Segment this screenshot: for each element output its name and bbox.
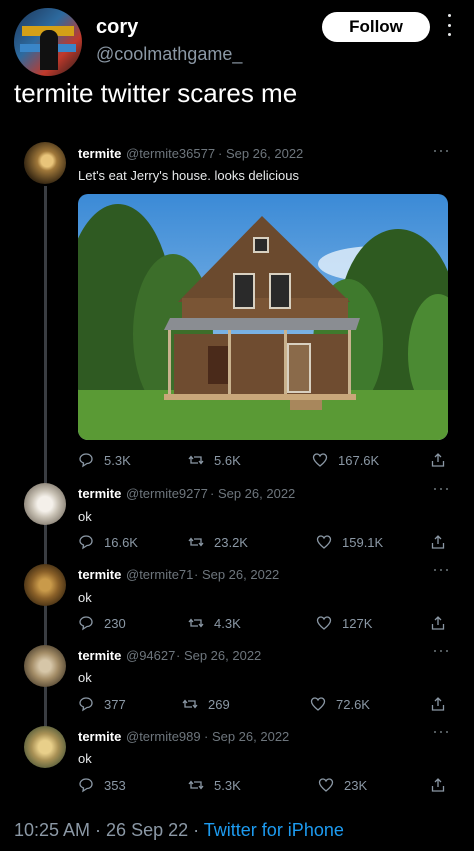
like-count: 23K: [344, 777, 368, 793]
termite-avatar[interactable]: [24, 564, 66, 606]
tweet-author-name[interactable]: termite: [78, 648, 121, 663]
tweet-timestamp: 10:25 AM · 26 Sep 22 · Twitter for iPhon…: [14, 820, 344, 841]
retweet-button[interactable]: 5.3K: [188, 777, 241, 793]
tweet-date[interactable]: · Sep 26, 2022: [204, 729, 289, 744]
author-name[interactable]: cory: [96, 16, 138, 39]
termite-avatar[interactable]: [24, 483, 66, 525]
heart-icon: [310, 697, 326, 711]
retweet-icon: [188, 537, 204, 547]
tweet-more-icon[interactable]: [434, 488, 448, 492]
timestamp-text: 10:25 AM · 26 Sep 22 ·: [14, 820, 204, 840]
tweet-more-icon[interactable]: [434, 731, 448, 735]
reply-button[interactable]: 377: [78, 696, 126, 712]
reply-count: 5.3K: [104, 452, 131, 468]
termite-avatar[interactable]: [24, 726, 66, 768]
reply-icon: [79, 453, 93, 468]
retweet-icon: [188, 780, 204, 790]
retweet-count: 269: [208, 696, 230, 712]
tweet-text: Let's eat Jerry's house. looks delicious: [78, 168, 300, 183]
share-icon: [431, 535, 445, 549]
like-count: 167.6K: [338, 452, 380, 468]
tweet-author-handle[interactable]: @termite36577: [126, 146, 215, 161]
share-icon: [431, 778, 445, 792]
tweet-date[interactable]: · Sep 26, 2022: [194, 567, 279, 582]
tweet-author-handle[interactable]: @termite71: [126, 567, 193, 582]
reply-icon: [79, 778, 93, 793]
tweet-author-name[interactable]: termite: [78, 729, 121, 744]
heart-icon: [316, 616, 332, 630]
tweet-author-handle[interactable]: @94627: [126, 648, 175, 663]
more-options-icon[interactable]: [444, 14, 454, 36]
tweet-author-name[interactable]: termite: [78, 567, 121, 582]
share-button[interactable]: [430, 615, 446, 631]
like-button[interactable]: 159.1K: [316, 534, 383, 550]
tweet-text: ok: [78, 670, 92, 685]
tweet-author-handle[interactable]: @termite9277: [126, 486, 208, 501]
share-button[interactable]: [430, 534, 446, 550]
like-button[interactable]: 127K: [316, 615, 372, 631]
tweet-text: ok: [78, 509, 92, 524]
author-avatar[interactable]: [14, 8, 82, 76]
retweet-count: 23.2K: [214, 534, 248, 550]
tweet-text: ok: [78, 590, 92, 605]
retweet-icon: [182, 699, 198, 709]
retweet-count: 4.3K: [214, 615, 241, 631]
retweet-icon: [188, 455, 204, 465]
like-count: 159.1K: [342, 534, 384, 550]
heart-icon: [312, 453, 328, 467]
like-button[interactable]: 23K: [318, 777, 367, 793]
tweet-date[interactable]: · Sep 26, 2022: [210, 486, 295, 501]
retweet-count: 5.3K: [214, 777, 241, 793]
reply-icon: [79, 697, 93, 712]
retweet-button[interactable]: 4.3K: [188, 615, 241, 631]
house-photo[interactable]: [78, 194, 448, 440]
tweet-date[interactable]: · Sep 26, 2022: [176, 648, 261, 663]
reply-count: 16.6K: [104, 534, 138, 550]
like-button[interactable]: 72.6K: [310, 696, 370, 712]
share-button[interactable]: [430, 777, 446, 793]
heart-icon: [316, 535, 332, 549]
reply-icon: [79, 535, 93, 550]
reply-count: 230: [104, 615, 126, 631]
reply-count: 353: [104, 777, 126, 793]
follow-button[interactable]: Follow: [322, 12, 430, 42]
termite-avatar[interactable]: [24, 142, 66, 184]
like-button[interactable]: 167.6K: [312, 452, 379, 468]
tweet-text: termite twitter scares me: [14, 78, 298, 108]
tweet-author-handle[interactable]: @termite989: [126, 729, 201, 744]
author-handle[interactable]: @coolmathgame_: [96, 44, 242, 65]
tweet-date[interactable]: · Sep 26, 2022: [218, 146, 303, 161]
tweet-author-name[interactable]: termite: [78, 146, 121, 161]
heart-icon: [318, 778, 334, 792]
tweet-more-icon[interactable]: [434, 150, 448, 154]
retweet-count: 5.6K: [214, 452, 241, 468]
like-count: 72.6K: [336, 696, 370, 712]
like-count: 127K: [342, 615, 373, 631]
share-button[interactable]: [430, 452, 446, 468]
share-icon: [431, 697, 445, 711]
reply-button[interactable]: 353: [78, 777, 126, 793]
retweet-button[interactable]: 23.2K: [188, 534, 248, 550]
client-link[interactable]: Twitter for iPhone: [204, 820, 344, 840]
tweet-more-icon[interactable]: [434, 569, 448, 573]
reply-button[interactable]: 5.3K: [78, 452, 131, 468]
termite-avatar[interactable]: [24, 645, 66, 687]
reply-button[interactable]: 230: [78, 615, 126, 631]
tweet-more-icon[interactable]: [434, 650, 448, 654]
retweet-button[interactable]: 269: [182, 696, 230, 712]
tweet-text: ok: [78, 751, 92, 766]
retweet-button[interactable]: 5.6K: [188, 452, 241, 468]
share-icon: [431, 453, 445, 467]
reply-icon: [79, 616, 93, 631]
share-icon: [431, 616, 445, 630]
tweet-author-name[interactable]: termite: [78, 486, 121, 501]
retweet-icon: [188, 618, 204, 628]
reply-count: 377: [104, 696, 126, 712]
reply-button[interactable]: 16.6K: [78, 534, 138, 550]
share-button[interactable]: [430, 696, 446, 712]
